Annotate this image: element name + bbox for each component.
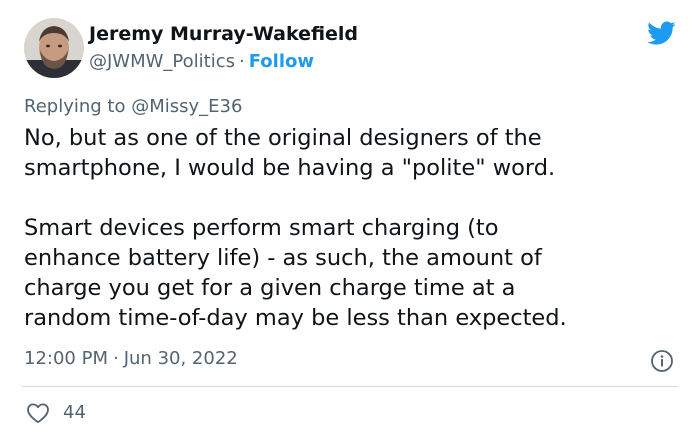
reply-prefix: Replying to	[24, 96, 132, 117]
author-name[interactable]: Jeremy Murray-Wakefield	[89, 23, 358, 45]
like-count: 44	[63, 402, 86, 423]
separator-dot: ·	[112, 348, 119, 369]
twitter-bird-icon[interactable]	[644, 18, 678, 48]
tweet-time: 12:00 PM	[24, 348, 108, 369]
author-handle[interactable]: @JWMW_Politics	[89, 51, 235, 72]
heart-icon[interactable]	[26, 402, 50, 424]
tweet-timestamp[interactable]: 12:00 PM · Jun 30, 2022	[24, 348, 238, 369]
tweet-text-line: Smart devices perform smart charging (to	[24, 215, 499, 241]
reply-mention-link[interactable]: @Missy_E36	[131, 96, 242, 117]
avatar[interactable]	[24, 18, 84, 78]
tweet-text-line: enhance battery life) - as such, the amo…	[24, 245, 542, 271]
tweet-date: Jun 30, 2022	[123, 348, 238, 369]
tweet-text-line: smartphone, I would be having a "polite"…	[24, 155, 556, 181]
tweet-text-line: No, but as one of the original designers…	[24, 125, 542, 151]
tweet-text-line: charge you get for a given charge time a…	[24, 275, 516, 301]
separator-dot: ·	[239, 51, 245, 72]
reply-context: Replying to @Missy_E36	[24, 96, 242, 117]
author-handle-row: @JWMW_Politics · Follow	[89, 51, 314, 72]
follow-button[interactable]: Follow	[249, 51, 314, 72]
tweet-card: Jeremy Murray-Wakefield @JWMW_Politics · F…	[0, 0, 700, 441]
divider	[22, 386, 678, 387]
info-icon[interactable]	[650, 349, 674, 373]
tweet-text-line: random time-of-day may be less than expe…	[24, 305, 567, 331]
tweet-text: No, but as one of the original designers…	[24, 123, 684, 333]
